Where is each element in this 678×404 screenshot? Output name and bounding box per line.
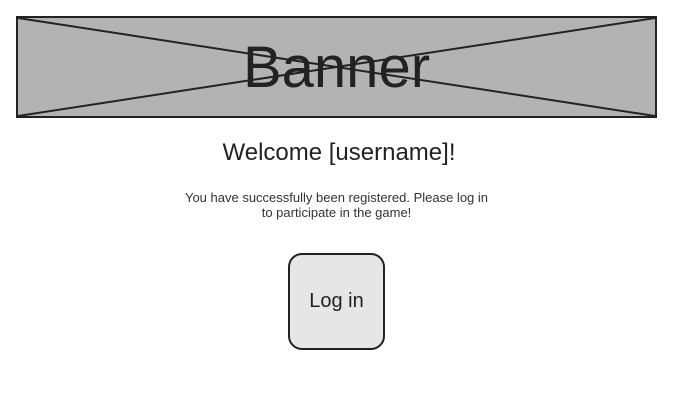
registration-message: You have successfully been registered. P… bbox=[184, 190, 489, 220]
banner-placeholder: Banner bbox=[16, 16, 657, 118]
banner-label: Banner bbox=[242, 35, 431, 100]
login-button[interactable]: Log in bbox=[288, 253, 385, 350]
welcome-heading: Welcome [username]! bbox=[222, 139, 456, 166]
